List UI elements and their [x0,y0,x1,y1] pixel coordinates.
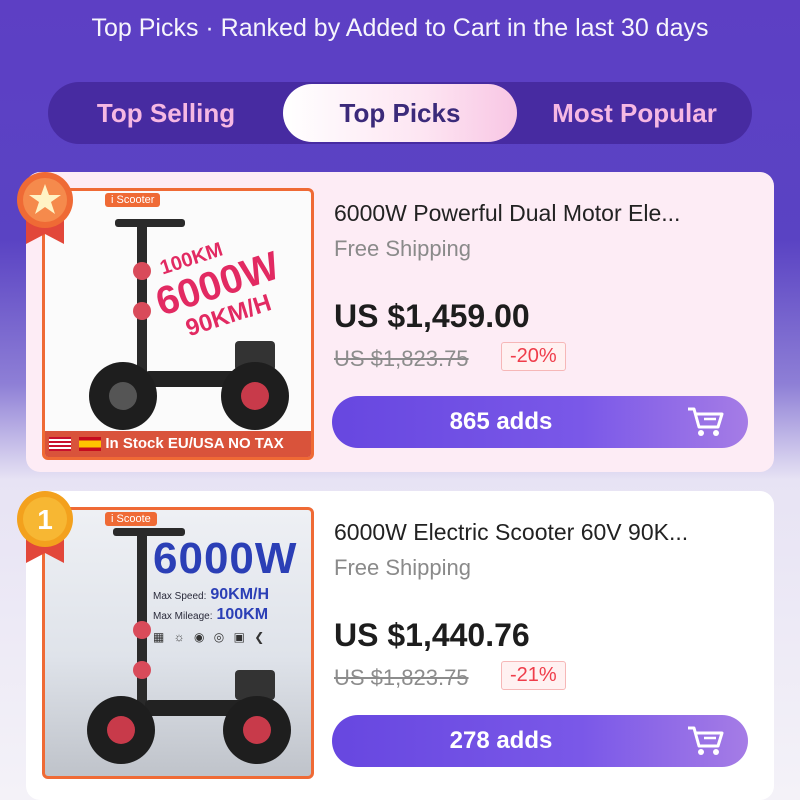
discount-badge: -21% [501,661,566,690]
product-price: US $1,440.76 [334,617,530,653]
tab-top-picks[interactable]: Top Picks [283,84,517,142]
original-price: US $1,823.75 [334,665,469,690]
adds-count: 865 adds [449,408,553,435]
shipping-label: Free Shipping [334,236,471,261]
svg-text:1: 1 [37,504,53,535]
original-price: US $1,823.75 [334,346,469,371]
product-title[interactable]: 6000W Powerful Dual Motor Ele... [334,200,754,227]
feature-icons: ▦ ☼ ◉ ◎ ▣ ❮ [153,630,268,644]
product-card[interactable]: i Scooter 100KM 6000W 90KM/H In Stock EU… [17,172,774,472]
image-promo-text: 6000W Max Speed: 90KM/H Max Mileage: 100KM… [153,534,298,644]
tab-top-selling[interactable]: Top Selling [48,82,284,144]
image-tag: i Scooter [105,193,161,207]
cart-icon [688,726,724,755]
discount-badge: -20% [501,342,566,371]
add-to-cart-button[interactable]: 278 adds [332,715,748,767]
product-title[interactable]: 6000W Electric Scooter 60V 90K... [334,519,754,546]
tab-most-popular[interactable]: Most Popular [517,82,752,144]
rank-one-badge-icon: 1 [17,491,73,563]
cart-icon [688,407,724,436]
stock-banner: In Stock EU/USA NO TAX [45,431,311,457]
tab-bar: Top Selling Top Picks Most Popular [48,82,752,144]
product-image[interactable]: i Scoote 6000W Max Speed: 90KM/H Max Mile… [42,507,314,779]
spain-flag-icon [79,437,102,452]
star-badge-icon [17,172,73,244]
adds-count: 278 adds [449,727,553,754]
us-flag-icon [49,437,71,452]
image-tag: i Scoote [105,512,157,526]
shipping-label: Free Shipping [334,555,471,580]
product-card[interactable]: i Scoote 6000W Max Speed: 90KM/H Max Mile… [17,491,774,800]
product-image[interactable]: i Scooter 100KM 6000W 90KM/H In Stock EU… [42,188,314,460]
add-to-cart-button[interactable]: 865 adds [332,396,748,448]
page-subtitle: Top Picks · Ranked by Added to Cart in t… [91,14,709,42]
stock-text: In Stock EU/USA NO TAX [105,435,284,452]
product-price: US $1,459.00 [334,298,530,334]
